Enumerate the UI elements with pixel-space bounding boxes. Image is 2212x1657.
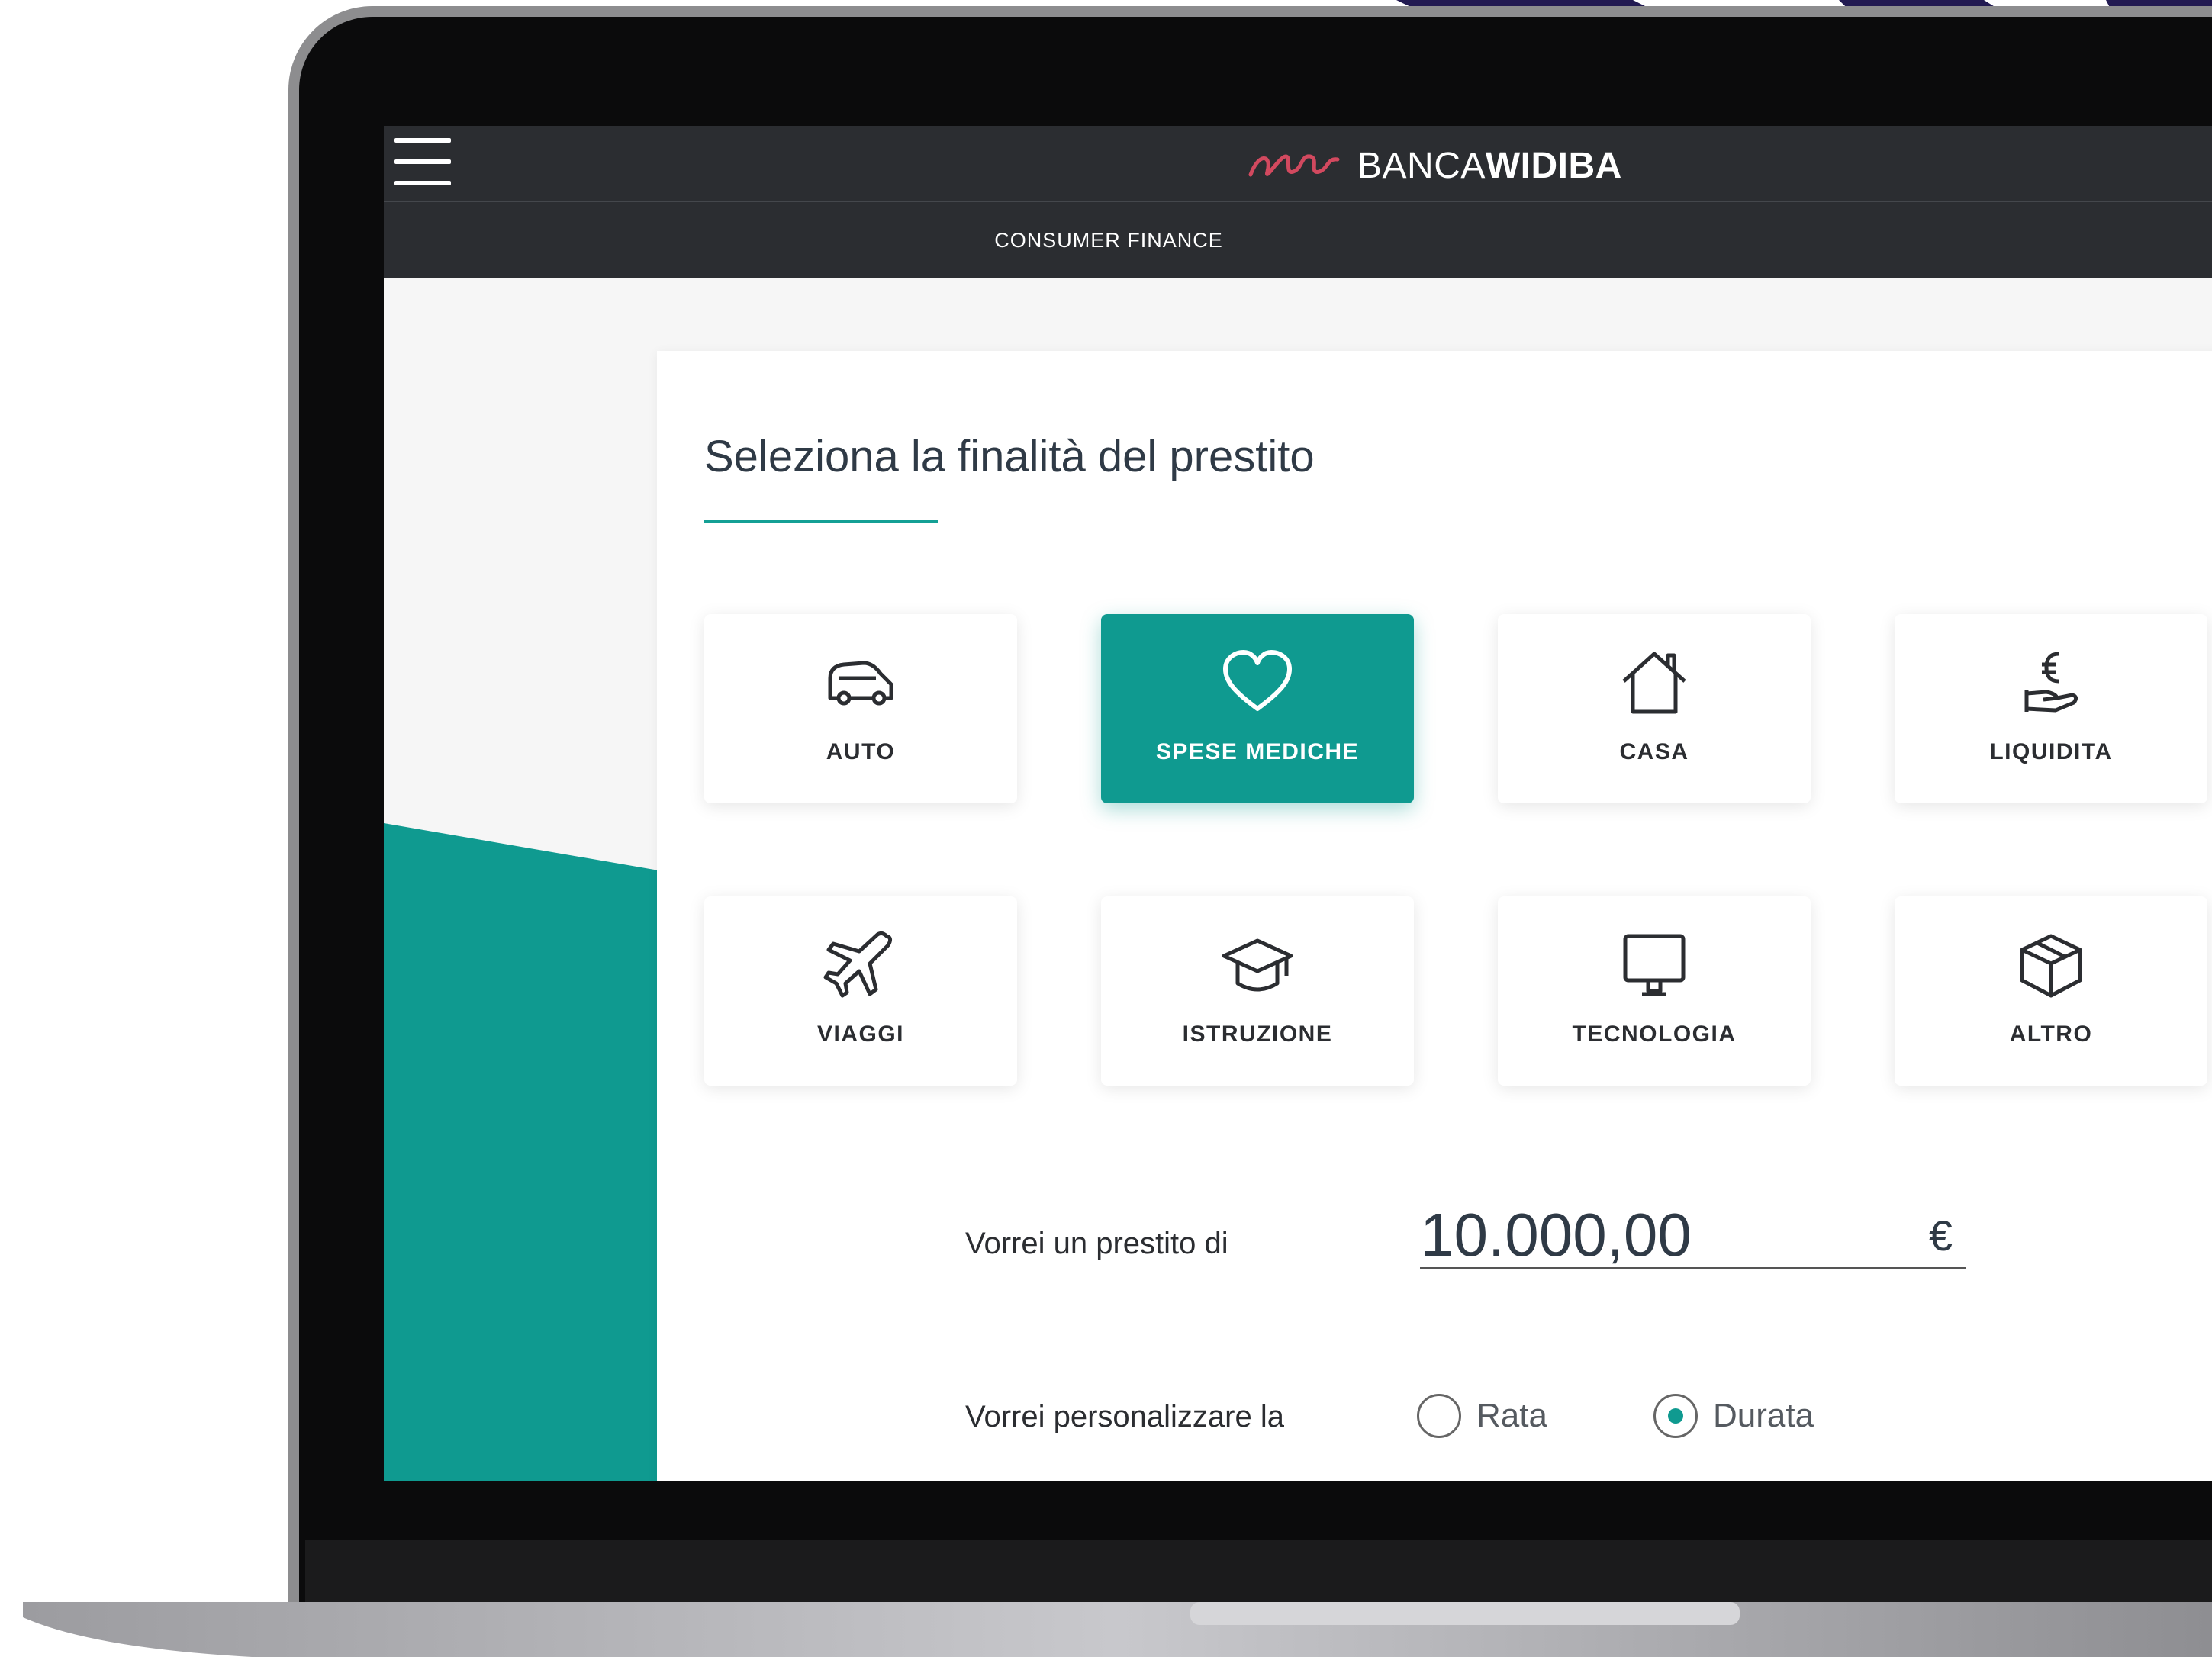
laptop-base bbox=[23, 1602, 2212, 1657]
page-title: Seleziona la finalità del prestito bbox=[704, 432, 1315, 481]
purpose-tile-auto[interactable]: AUTO bbox=[704, 614, 1017, 803]
house-icon bbox=[1616, 648, 1692, 718]
purpose-label: VIAGGI bbox=[816, 1022, 904, 1047]
radio-rata[interactable]: Rata bbox=[1417, 1394, 1547, 1438]
purpose-label: SPESE MEDICHE bbox=[1155, 739, 1360, 764]
heart-icon bbox=[1219, 648, 1296, 718]
purpose-tile-viaggi[interactable]: VIAGGI bbox=[704, 896, 1017, 1086]
currency-symbol: € bbox=[1928, 1211, 1953, 1260]
title-underline bbox=[704, 520, 938, 523]
loan-amount-value[interactable]: 10.000,00 bbox=[1420, 1203, 1692, 1267]
purpose-label: ISTRUZIONE bbox=[1182, 1022, 1333, 1047]
graduation-cap-icon bbox=[1219, 930, 1296, 1000]
loan-amount-field[interactable]: 10.000,00 € bbox=[1420, 1203, 1966, 1269]
purpose-tile-liquidita[interactable]: LIQUIDITA bbox=[1895, 614, 2207, 803]
brand-logo: BANCAWIDIBA bbox=[1246, 143, 1622, 188]
purpose-tile-spese-mediche[interactable]: SPESE MEDICHE bbox=[1101, 614, 1414, 803]
radio-label: Durata bbox=[1713, 1397, 1814, 1434]
purpose-label: AUTO bbox=[826, 739, 896, 764]
radio-label: Rata bbox=[1476, 1397, 1547, 1434]
car-icon bbox=[823, 648, 899, 718]
purpose-tile-altro[interactable]: ALTRO bbox=[1895, 896, 2207, 1086]
box-icon bbox=[2013, 930, 2089, 1000]
purpose-tile-istruzione[interactable]: ISTRUZIONE bbox=[1101, 896, 1414, 1086]
app-screen: BANCAWIDIBA CONSUMER FINANCE Seleziona l… bbox=[384, 126, 2212, 1481]
section-subtitle: CONSUMER FINANCE bbox=[994, 229, 1223, 252]
purpose-tile-tecnologia[interactable]: TECNOLOGIA bbox=[1498, 896, 1811, 1086]
purpose-label: CASA bbox=[1619, 739, 1689, 764]
monitor-icon bbox=[1616, 930, 1692, 1000]
purpose-label: LIQUIDITA bbox=[1989, 739, 2113, 764]
radio-circle-selected[interactable] bbox=[1653, 1394, 1698, 1438]
purpose-tile-casa[interactable]: CASA bbox=[1498, 614, 1811, 803]
loan-amount-label: Vorrei un prestito di bbox=[965, 1227, 1228, 1260]
airplane-icon bbox=[823, 930, 899, 1000]
radio-durata[interactable]: Durata bbox=[1653, 1394, 1814, 1438]
customize-label: Vorrei personalizzare la bbox=[965, 1400, 1284, 1433]
purpose-label: ALTRO bbox=[2009, 1022, 2093, 1047]
menu-icon[interactable] bbox=[394, 138, 451, 185]
widiba-logo-icon bbox=[1248, 154, 1340, 177]
brand-prefix: BANCA bbox=[1357, 145, 1486, 186]
euro-hand-icon bbox=[2013, 648, 2089, 718]
brand-name: WIDIBA bbox=[1485, 145, 1622, 186]
radio-circle[interactable] bbox=[1417, 1394, 1461, 1438]
purpose-label: TECNOLOGIA bbox=[1572, 1022, 1737, 1047]
